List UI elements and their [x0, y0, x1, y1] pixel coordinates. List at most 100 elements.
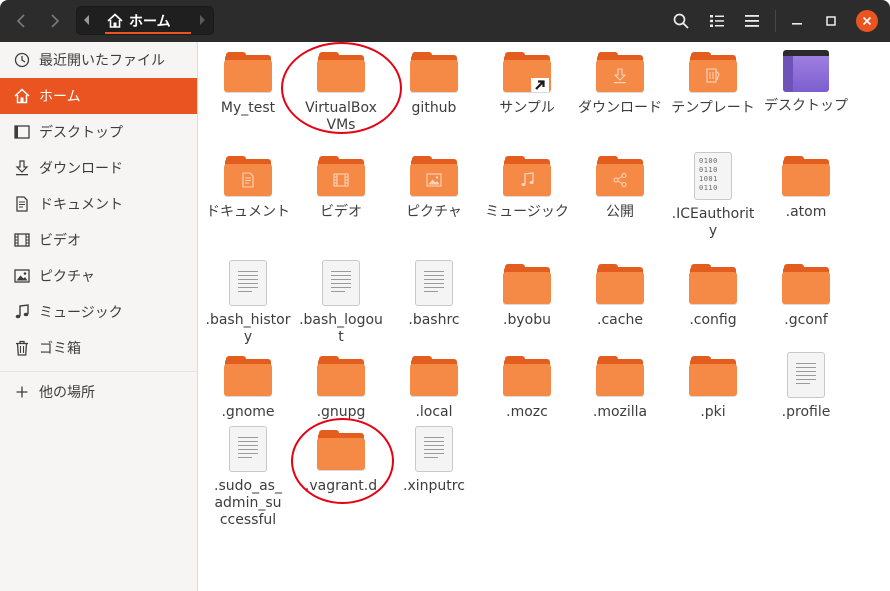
binary-digits: 0100 — [699, 157, 718, 165]
search-button[interactable] — [668, 8, 694, 34]
folder-icon — [410, 354, 458, 398]
sidebar-item-label: ホーム — [39, 89, 81, 105]
annotation-circle-virtualbox — [281, 42, 402, 134]
home-icon — [107, 13, 123, 28]
path-left-arrow-icon[interactable] — [83, 14, 91, 30]
file-item-documents[interactable]: ドキュメント — [202, 154, 294, 221]
binary-digits: 0110 — [699, 184, 718, 192]
sidebar-item-documents[interactable]: ドキュメント — [0, 186, 197, 222]
file-name: .config — [689, 312, 737, 328]
file-item-byobu[interactable]: .byobu — [481, 262, 573, 329]
folder-icon — [689, 50, 737, 94]
file-item-pictures[interactable]: ピクチャ — [388, 154, 480, 221]
file-item-gnupg[interactable]: .gnupg — [295, 354, 387, 421]
file-item-profile[interactable]: .profile — [760, 352, 852, 421]
folder-icon — [503, 262, 551, 306]
minimize-button[interactable] — [784, 8, 810, 34]
file-name: ビデオ — [320, 204, 362, 220]
sidebar: 最近開いたファイル ホーム デスクトップ ダウンロード ドキュメント ビデオ ピ… — [0, 42, 198, 591]
file-name: テンプレート — [671, 100, 755, 116]
file-item-mozilla[interactable]: .mozilla — [574, 354, 666, 421]
close-button[interactable] — [856, 10, 878, 32]
file-item-bashrc[interactable]: .bashrc — [388, 260, 480, 329]
music-emblem-icon — [521, 172, 534, 187]
file-item-music[interactable]: ミュージック — [481, 154, 573, 221]
chevron-right-icon — [51, 14, 60, 28]
folder-icon — [596, 154, 644, 198]
text-file-icon — [322, 260, 360, 306]
file-item-downloads[interactable]: ダウンロード — [574, 50, 666, 117]
file-name: .cache — [597, 312, 643, 328]
sidebar-item-other-locations[interactable]: 他の場所 — [0, 374, 197, 410]
forward-button[interactable] — [42, 8, 68, 34]
folder-icon — [596, 354, 644, 398]
folder-icon — [224, 154, 272, 198]
sidebar-item-trash[interactable]: ゴミ箱 — [0, 330, 197, 366]
clock-icon — [14, 52, 30, 68]
file-item-cache[interactable]: .cache — [574, 262, 666, 329]
text-file-icon — [787, 352, 825, 398]
file-name: ミュージック — [485, 204, 569, 220]
file-item-mozc[interactable]: .mozc — [481, 354, 573, 421]
file-name: .ICEauthority — [671, 206, 755, 239]
symlink-arrow-icon — [531, 78, 549, 92]
file-item-templates[interactable]: テンプレート — [667, 50, 759, 117]
file-name: My_test — [220, 100, 276, 116]
file-name: 公開 — [606, 204, 634, 220]
file-name: .bashrc — [408, 312, 460, 328]
sidebar-item-home[interactable]: ホーム — [0, 78, 197, 114]
sidebar-item-desktop[interactable]: デスクトップ — [0, 114, 197, 150]
menu-button[interactable] — [739, 8, 765, 34]
file-name: サンプル — [499, 100, 555, 116]
folder-icon — [224, 354, 272, 398]
file-item-bash-logout[interactable]: .bash_logout — [295, 260, 387, 346]
file-item-gconf[interactable]: .gconf — [760, 262, 852, 329]
sidebar-item-downloads[interactable]: ダウンロード — [0, 150, 197, 186]
sidebar-item-videos[interactable]: ビデオ — [0, 222, 197, 258]
text-file-icon — [415, 260, 453, 306]
file-item-public[interactable]: 公開 — [574, 154, 666, 221]
path-right-arrow-icon[interactable] — [198, 14, 206, 30]
view-toggle-button[interactable] — [704, 8, 730, 34]
sidebar-item-recent[interactable]: 最近開いたファイル — [0, 42, 197, 78]
sidebar-item-pictures[interactable]: ピクチャ — [0, 258, 197, 294]
file-item-xinputrc[interactable]: .xinputrc — [388, 426, 480, 495]
file-item-bash-history[interactable]: .bash_history — [202, 260, 294, 346]
file-item-videos[interactable]: ビデオ — [295, 154, 387, 221]
file-item-sudo-as-admin-successful[interactable]: .sudo_as_admin_successful — [202, 426, 294, 529]
file-name: .xinputrc — [403, 478, 465, 494]
maximize-button[interactable] — [818, 8, 844, 34]
file-name: .sudo_as_admin_successful — [214, 478, 282, 528]
file-item-config[interactable]: .config — [667, 262, 759, 329]
file-name: .bash_history — [205, 312, 291, 345]
back-button[interactable] — [8, 8, 34, 34]
picture-icon — [14, 268, 30, 284]
music-icon — [14, 304, 30, 320]
header-separator — [775, 10, 776, 32]
file-item-pki[interactable]: .pki — [667, 354, 759, 421]
search-icon — [673, 13, 689, 29]
file-item-gnome[interactable]: .gnome — [202, 354, 294, 421]
file-name: github — [411, 100, 457, 116]
sidebar-item-label: ダウンロード — [39, 161, 123, 177]
sidebar-item-music[interactable]: ミュージック — [0, 294, 197, 330]
header-bar: ホーム — [0, 0, 890, 42]
folder-icon — [689, 354, 737, 398]
file-name: .mozc — [506, 404, 548, 420]
minimize-icon — [792, 23, 802, 25]
file-item-local[interactable]: .local — [388, 354, 480, 421]
folder-icon — [503, 50, 551, 94]
binary-digits: 0110 — [699, 166, 718, 174]
desktop-folder-icon — [783, 50, 829, 92]
file-name: .pki — [700, 404, 726, 420]
file-item-iceauthority[interactable]: 0100 0110 1001 0110 .ICEauthority — [667, 152, 759, 240]
folder-icon — [782, 262, 830, 306]
sidebar-separator — [0, 371, 197, 372]
path-bar: ホーム — [76, 6, 214, 35]
file-item-atom[interactable]: .atom — [760, 154, 852, 221]
video-emblem-icon — [333, 173, 349, 187]
file-item-samples[interactable]: サンプル — [481, 50, 573, 117]
path-segment-home[interactable]: ホーム — [99, 7, 191, 34]
file-item-desktop[interactable]: デスクトップ — [760, 50, 852, 115]
file-name: .gconf — [784, 312, 828, 328]
